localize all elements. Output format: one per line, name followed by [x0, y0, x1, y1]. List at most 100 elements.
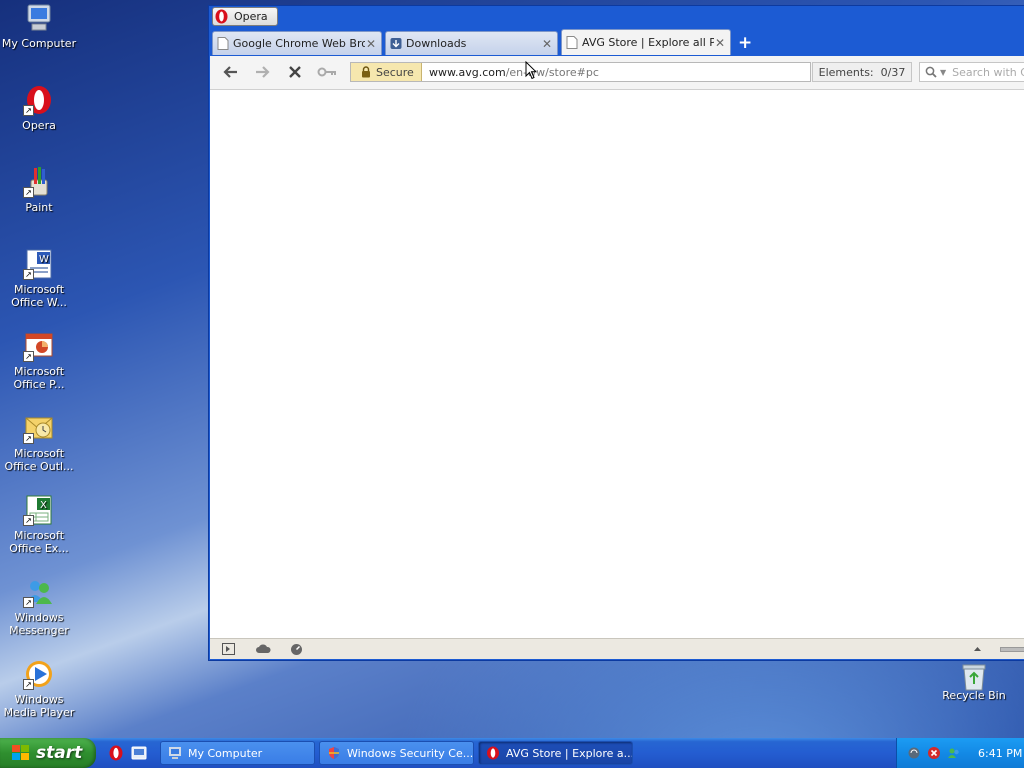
- tab-title: Google Chrome Web Bro...: [233, 37, 365, 50]
- search-field[interactable]: ▼ Search with Google: [919, 62, 1024, 82]
- desktop-icon-outlook[interactable]: ↗ Microsoft Office Outl...: [0, 412, 78, 473]
- tab-avg-store[interactable]: AVG Store | Explore all P... ✕: [561, 29, 731, 55]
- close-tab-icon[interactable]: ✕: [541, 37, 553, 51]
- address-bar[interactable]: Secure www.avg.com/en-ww/store#pc: [350, 62, 811, 82]
- tab-title: AVG Store | Explore all P...: [582, 36, 714, 49]
- outlook-icon: ↗: [23, 412, 55, 444]
- close-tab-icon[interactable]: ✕: [365, 37, 377, 51]
- download-icon: [390, 38, 402, 49]
- opera-menu-label: Opera: [234, 10, 268, 23]
- shortcut-arrow-icon: ↗: [23, 351, 34, 362]
- navigation-toolbar: Secure www.avg.com/en-ww/store#pc Elemen…: [210, 56, 1024, 90]
- tab-bar: Google Chrome Web Bro... ✕ Downloads ✕ A…: [209, 28, 1024, 56]
- system-tray: 6:41 PM: [896, 738, 1024, 768]
- secure-label: Secure: [376, 65, 414, 79]
- clock[interactable]: 6:41 PM: [978, 747, 1022, 760]
- shortcut-arrow-icon: ↗: [23, 105, 34, 116]
- desktop-icon-label: Microsoft Office W...: [11, 283, 67, 309]
- desktop-icon-label: Paint: [25, 201, 53, 214]
- word-icon: W ↗: [23, 248, 55, 280]
- desktop-icon-word[interactable]: W ↗ Microsoft Office W...: [0, 248, 78, 309]
- new-tab-button[interactable]: +: [738, 33, 752, 53]
- elements-label: Elements:: [818, 65, 874, 79]
- shortcut-arrow-icon: ↗: [23, 269, 34, 280]
- chevron-down-icon[interactable]: ▼: [940, 68, 946, 77]
- recycle-bin-icon: [958, 660, 990, 691]
- mouse-cursor-icon: [525, 61, 537, 80]
- shortcut-arrow-icon: ↗: [23, 679, 34, 690]
- url-path: /en-ww/store#pc: [505, 66, 599, 79]
- network-icon[interactable]: [907, 746, 921, 760]
- desktop-icon-label: Windows Messenger: [9, 611, 69, 637]
- stop-button[interactable]: [286, 64, 304, 80]
- taskbar-button-my-computer[interactable]: My Computer: [160, 741, 315, 765]
- speed-dial-icon[interactable]: [290, 643, 303, 655]
- shortcut-arrow-icon: ↗: [23, 515, 34, 526]
- key-icon: [317, 67, 336, 77]
- svg-text:W: W: [39, 254, 49, 265]
- powerpoint-icon: ↗: [23, 330, 55, 362]
- media-player-icon: ↗: [23, 658, 55, 690]
- desktop-icon-label: Windows Media Player: [3, 693, 75, 719]
- elements-value: 0/37: [880, 65, 906, 79]
- opera-icon: ↗: [23, 84, 55, 116]
- secure-badge[interactable]: Secure: [351, 63, 422, 81]
- elements-counter: Elements: 0/37: [812, 62, 912, 82]
- cloud-icon[interactable]: [256, 643, 271, 655]
- paint-icon: ↗: [23, 166, 55, 198]
- security-alert-icon[interactable]: [927, 746, 941, 760]
- forward-arrow-icon: [256, 66, 270, 78]
- excel-icon: X ↗: [23, 494, 55, 526]
- desktop-icon-paint[interactable]: ↗ Paint: [0, 166, 78, 214]
- my-computer-icon: [23, 2, 55, 34]
- opera-menu-button[interactable]: Opera: [212, 7, 278, 26]
- zoom-slider[interactable]: [1000, 647, 1024, 652]
- messenger-tray-icon[interactable]: [947, 746, 961, 760]
- desktop-icon-messenger[interactable]: ↗ Windows Messenger: [0, 576, 78, 637]
- taskbar-button-security-center[interactable]: Windows Security Ce...: [319, 741, 474, 765]
- quick-launch-show-desktop-icon[interactable]: [131, 745, 147, 761]
- close-tab-icon[interactable]: ✕: [714, 36, 726, 50]
- key-button[interactable]: [316, 64, 338, 80]
- desktop-icon-label: Microsoft Office Ex...: [9, 529, 69, 555]
- tab-title: Downloads: [406, 37, 467, 50]
- taskbar: start My Computer Windows Security Ce...…: [0, 738, 1024, 768]
- back-button[interactable]: [222, 64, 240, 80]
- search-icon: [925, 66, 937, 78]
- shield-icon: [329, 747, 339, 759]
- page-content[interactable]: [210, 90, 1024, 638]
- taskbar-button-label: My Computer: [188, 746, 263, 760]
- start-button[interactable]: start: [0, 738, 96, 768]
- forward-button[interactable]: [253, 64, 271, 80]
- taskbar-button-avg-store[interactable]: AVG Store | Explore a...: [478, 741, 633, 765]
- panel-toggle-icon[interactable]: [222, 643, 235, 655]
- desktop-icon-excel[interactable]: X ↗ Microsoft Office Ex...: [0, 494, 78, 555]
- lock-icon: [362, 66, 370, 78]
- scroll-up-icon[interactable]: [973, 643, 982, 655]
- back-arrow-icon: [223, 66, 237, 78]
- quick-launch-opera-icon[interactable]: [108, 745, 124, 761]
- desktop-icon-my-computer[interactable]: My Computer: [0, 2, 78, 50]
- shortcut-arrow-icon: ↗: [23, 433, 34, 444]
- start-label: start: [36, 743, 83, 763]
- status-bar: [210, 638, 1024, 659]
- desktop-icon-media-player[interactable]: ↗ Windows Media Player: [0, 658, 78, 719]
- tab-downloads[interactable]: Downloads ✕: [385, 31, 558, 55]
- page-icon: [566, 36, 578, 49]
- desktop-icon-opera[interactable]: ↗ Opera: [0, 84, 78, 132]
- desktop-icon-powerpoint[interactable]: ↗ Microsoft Office P...: [0, 330, 78, 391]
- search-placeholder: Search with Google: [952, 65, 1024, 79]
- taskbar-button-label: Windows Security Ce...: [347, 746, 474, 760]
- opera-window[interactable]: Opera Google Chrome Web Bro... ✕ Downloa…: [208, 5, 1024, 661]
- url-text[interactable]: www.avg.com/en-ww/store#pc: [429, 66, 599, 79]
- desktop-icon-label: Opera: [22, 119, 56, 132]
- taskbar-button-label: AVG Store | Explore a...: [506, 746, 633, 760]
- stop-icon: [289, 66, 301, 78]
- desktop-icon-label: My Computer: [1, 37, 77, 50]
- desktop-icon-label: Microsoft Office P...: [13, 365, 65, 391]
- opera-logo-icon: [215, 9, 228, 24]
- tab-chrome-web-browser[interactable]: Google Chrome Web Bro... ✕: [212, 31, 382, 55]
- desktop-icon-label: Microsoft Office Outl...: [4, 447, 74, 473]
- desktop-icon-recycle-bin[interactable]: Recycle Bin: [935, 660, 1013, 702]
- shortcut-arrow-icon: ↗: [23, 187, 34, 198]
